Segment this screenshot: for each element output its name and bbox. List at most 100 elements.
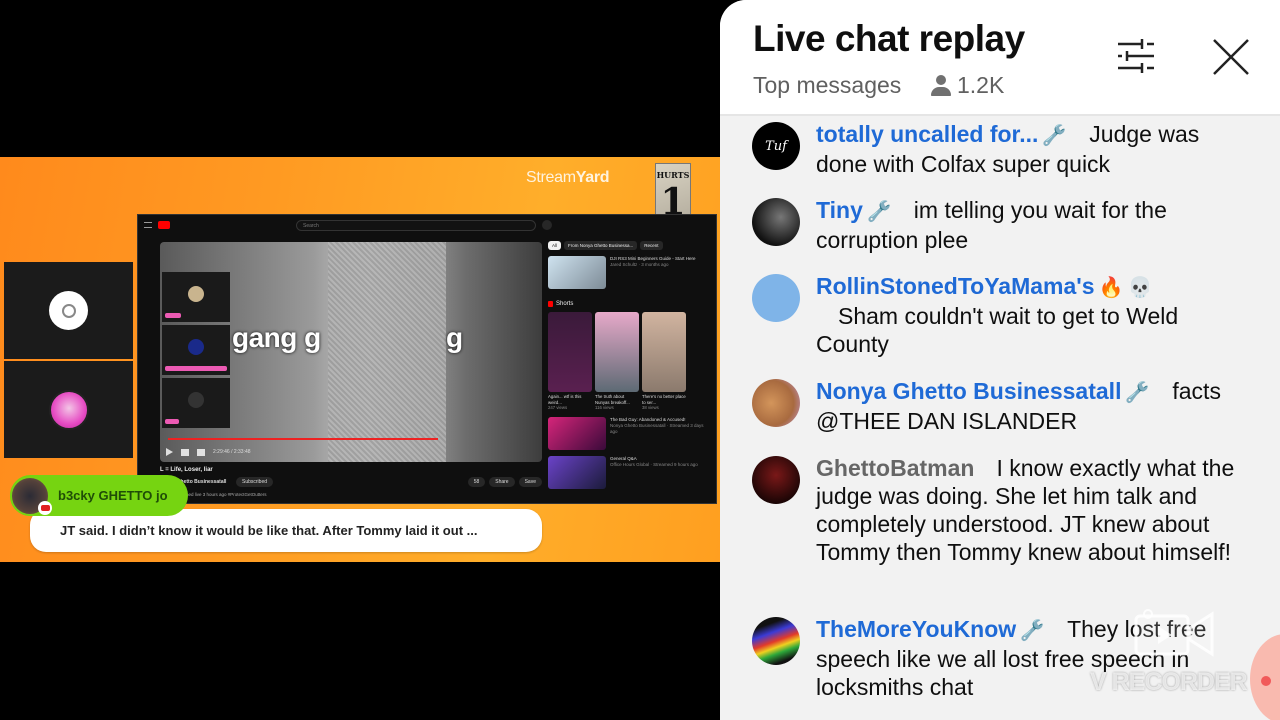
wrench-icon: 🔧	[1042, 125, 1068, 147]
subscribed-button: Subscribed	[236, 477, 274, 487]
wrench-icon: 🔧	[1125, 382, 1151, 404]
video-title: L = Life, Loser, liar	[160, 467, 213, 473]
filter-button[interactable]	[1116, 38, 1156, 74]
skull-emoji-icon: 💀	[1127, 277, 1153, 299]
video-controls: 2:29:46 / 2:33:48	[166, 446, 536, 458]
video-pattern	[328, 242, 446, 462]
viewer-count-group: 1.2K	[931, 72, 1004, 99]
author-name[interactable]: GhettoBatman	[816, 455, 974, 481]
rec-sub: Jared Schultz · 3 months ago	[610, 262, 669, 267]
mic-icon	[542, 220, 552, 230]
short-thumbnail	[595, 312, 639, 392]
shorts-icon	[548, 301, 553, 307]
youtube-search: Search	[296, 219, 536, 231]
shorts-header: Shorts	[548, 301, 708, 307]
overlay-commenter-name: b3cky GHETTO jo	[58, 488, 168, 503]
video-progress-bar	[168, 438, 438, 440]
recommendation-item: The Bad Guy: Abandoned & Accused! Nonya G…	[548, 416, 708, 450]
recommendation-item: General Q&A Office Hours Global · Streame…	[548, 455, 708, 489]
video-caption: gang g	[232, 322, 321, 353]
close-x-icon	[1213, 39, 1249, 75]
inner-tag	[165, 313, 181, 318]
author-avatar[interactable]	[752, 617, 800, 665]
author-avatar[interactable]	[752, 379, 800, 427]
close-button[interactable]	[1212, 38, 1250, 76]
inner-tile	[162, 325, 230, 375]
author-avatar[interactable]	[752, 274, 800, 322]
short-caption: The truth about Nunyas breakoff... 116 vi…	[595, 394, 630, 410]
overlay-commenter-pill: b3cky GHETTO jo	[10, 475, 188, 516]
video-thumbnail	[548, 256, 606, 289]
chip: All	[548, 241, 562, 250]
jersey-name: HURTS	[656, 170, 690, 180]
brand-prefix: Stream	[526, 169, 576, 186]
person-icon	[931, 74, 951, 97]
play-icon	[166, 448, 173, 456]
youtube-screen-share: Search gang g g 2:29:46 / 2:33:48 L = Li…	[137, 214, 717, 504]
volume-icon	[197, 448, 205, 456]
like-button: 58	[467, 477, 486, 487]
inner-tag	[165, 419, 179, 424]
chip: From Nonya Ghetto Businessa...	[564, 241, 638, 250]
youtube-topbar: Search	[138, 215, 716, 235]
participant-avatar	[48, 389, 89, 430]
viewer-count: 1.2K	[957, 72, 1005, 98]
streamyard-logo: StreamYard	[526, 169, 610, 187]
author-name[interactable]: Nonya Ghetto Businessatall	[816, 378, 1121, 404]
video-time: 2:29:46 / 2:33:48	[213, 449, 251, 455]
short-caption: There's no better place to ser... 38 view…	[642, 394, 686, 410]
inner-tile	[162, 272, 230, 322]
shorts-label: Shorts	[556, 301, 574, 307]
video-thumbnail	[548, 455, 606, 489]
rec-sub: Nonya Ghetto Businessatall · Streamed 3 …	[610, 422, 704, 434]
video-player[interactable]: StreamYard HURTS 1 Search gang g g 2:29:…	[0, 0, 720, 720]
fire-emoji-icon: 🔥	[1098, 277, 1124, 299]
youtube-logo-icon	[158, 221, 170, 229]
youtube-recommendations: All From Nonya Ghetto Businessa... Recen…	[548, 241, 708, 503]
author-avatar[interactable]: Tuf	[752, 122, 800, 170]
wrench-icon: 🔧	[866, 201, 892, 223]
chip: Recent	[640, 241, 663, 250]
share-button: Share	[489, 477, 515, 487]
author-name[interactable]: RollinStonedToYaMama's	[816, 273, 1095, 299]
short-caption: Again... wtf is this weird... 247 views	[548, 394, 582, 410]
youtube-badge-icon	[38, 501, 52, 515]
video-meta: L = Life, Loser, liar Nonya Ghetto Busin…	[160, 467, 542, 497]
video-caption: g	[446, 322, 464, 353]
author-avatar[interactable]	[752, 198, 800, 246]
recorder-watermark: V RECORDER	[1090, 668, 1248, 696]
short-thumbnail	[642, 312, 686, 392]
sliders-filter-icon	[1118, 39, 1154, 73]
message-text: Sham couldn't wait to get to Weld County	[816, 303, 1179, 357]
chat-header: Live chat replay Top messages 1.2K	[720, 0, 1280, 116]
inner-participant-tiles	[162, 272, 230, 437]
inner-tag	[165, 366, 227, 371]
rec-sub: Office Hours Global · Streamed 9 hours a…	[610, 461, 698, 467]
brand-suffix: Yard	[575, 169, 610, 186]
author-name[interactable]: Tiny	[816, 197, 863, 223]
author-name[interactable]: TheMoreYouKnow	[816, 616, 1016, 642]
inner-avatar	[188, 392, 204, 408]
save-button: Save	[518, 477, 542, 487]
chat-mode-dropdown[interactable]: Top messages	[753, 72, 901, 99]
streamed-info: Streamed live 3 hours ago #ProtectGetOut…	[174, 492, 267, 497]
default-avatar-icon	[49, 291, 88, 330]
recommendation-item: DJI RS3 Mini Beginners Guide - Start Her…	[548, 256, 708, 289]
streamyard-broadcast: StreamYard HURTS 1 Search gang g g 2:29:…	[0, 157, 720, 562]
inner-tile	[162, 378, 230, 428]
menu-icon	[144, 222, 152, 228]
video-thumbnail	[548, 416, 606, 450]
youtube-video-frame: gang g g 2:29:46 / 2:33:48	[160, 242, 542, 462]
wrench-icon: 🔧	[1020, 620, 1046, 642]
record-dot-icon	[1261, 676, 1271, 686]
participant-tile	[4, 361, 133, 458]
author-avatar[interactable]	[752, 456, 800, 504]
inner-avatar	[188, 339, 204, 355]
participant-tile	[4, 262, 133, 359]
short-thumbnail	[548, 312, 592, 392]
chat-title: Live chat replay	[753, 18, 1025, 59]
inner-avatar	[188, 286, 204, 302]
author-name[interactable]: totally uncalled for...	[816, 121, 1038, 147]
recorder-camera-icon	[1134, 609, 1214, 657]
next-icon	[181, 448, 189, 456]
